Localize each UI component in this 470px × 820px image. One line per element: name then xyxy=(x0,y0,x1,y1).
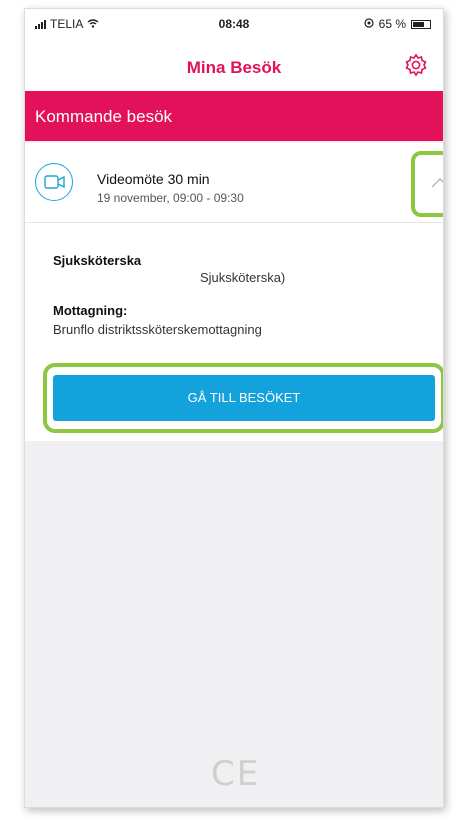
collapse-button[interactable] xyxy=(411,151,443,217)
screenshot-frame: TELIA 08:48 65 % Mina Besök Kommande bes… xyxy=(0,0,470,820)
clinic-value: Brunflo distriktssköterskemottagning xyxy=(53,322,262,337)
page-title: Mina Besök xyxy=(186,58,282,77)
video-camera-icon xyxy=(35,163,73,201)
location-icon xyxy=(364,17,374,31)
section-title: Kommande besök xyxy=(35,107,173,126)
appointment-row[interactable]: Videomöte 30 min 19 november, 09:00 - 09… xyxy=(25,143,443,223)
chevron-up-icon xyxy=(431,178,443,188)
phone-screen: TELIA 08:48 65 % Mina Besök Kommande bes… xyxy=(24,8,444,808)
appointment-title: Videomöte 30 min xyxy=(97,171,210,187)
role-value: Sjuksköterska) xyxy=(200,270,286,285)
go-to-visit-button[interactable]: GÅ TILL BESÖKET xyxy=(53,375,435,421)
appointment-datetime: 19 november, 09:00 - 09:30 xyxy=(97,191,244,205)
battery-icon xyxy=(411,19,431,29)
upcoming-visits-header: Kommande besök xyxy=(25,91,443,141)
gear-icon[interactable] xyxy=(403,52,429,78)
ce-mark-logo: CE xyxy=(211,754,261,794)
battery-info: 65 % xyxy=(364,17,431,31)
nav-bar: Mina Besök xyxy=(25,41,443,91)
appointment-details: Sjuksköterska Sjuksköterska) Mottagning:… xyxy=(25,223,443,441)
status-bar: TELIA 08:48 65 % xyxy=(25,9,443,41)
battery-percent: 65 % xyxy=(378,17,406,31)
clinic-label: Mottagning: xyxy=(53,303,128,318)
role-label: Sjuksköterska xyxy=(53,253,142,268)
